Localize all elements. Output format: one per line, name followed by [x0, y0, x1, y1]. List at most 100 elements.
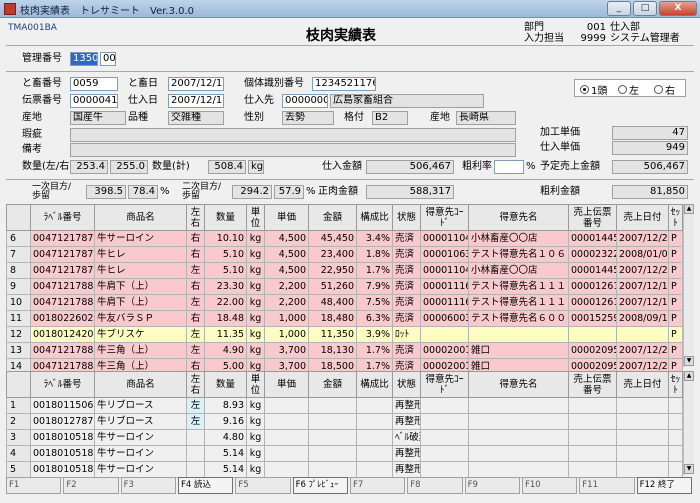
cell-amount: 11,350 [308, 326, 357, 343]
user-label: 入力担当 [524, 33, 564, 44]
table-row[interactable]: 1001801150643牛リブロース左8.93kg 再整形 [6, 397, 683, 414]
function-key-f1[interactable]: F1 [6, 477, 62, 494]
kako-field: 47 [612, 126, 688, 140]
cell-status: 売済 [392, 294, 421, 311]
maximize-button[interactable]: □ [633, 1, 657, 16]
radio-left[interactable]: 左 [618, 82, 639, 97]
dept-code: 001 [586, 22, 606, 33]
cell-label-no: 004712178718 [30, 246, 95, 263]
upper-item-grid[interactable]: ﾗﾍﾞﾙ番号 商品名 左右 数量 単位 単価 金額 構成比 状態 得意先ｺｰﾄﾞ 得意先名 売上伝票番… [6, 204, 683, 375]
section-divider [6, 179, 694, 180]
cell-product-name: 牛サーロイン [94, 429, 187, 446]
cell-ratio: 1.7% [356, 342, 393, 359]
table-row[interactable]: 13004712178859牛三角（上）左4.90kg3,70018,1301.… [6, 342, 683, 359]
radio-right[interactable]: 右 [654, 82, 675, 97]
tochiku-date-field[interactable]: 2007/12/11 [168, 77, 224, 91]
cell-set-flag: P [668, 262, 683, 279]
cell-quantity: 4.90 [204, 342, 247, 359]
tochiku-no-field[interactable]: 0059 [70, 77, 118, 91]
function-key-f10[interactable]: F10 [521, 477, 578, 494]
mgmt-number-input[interactable]: 1350 [70, 52, 98, 66]
function-key-f6[interactable]: F6 ﾌﾟﾚﾋﾞｭｰ [292, 477, 348, 494]
function-key-f9[interactable]: F9 [464, 477, 520, 494]
cell-unit-price: 4,500 [264, 246, 309, 263]
close-button[interactable]: X [659, 1, 697, 16]
cell-label-no: 004712178859 [30, 342, 95, 359]
upper-header-set-flag: ｾｯﾄ [668, 204, 683, 231]
denpyo-field[interactable]: 00000414 [70, 94, 118, 108]
lower-header-customer-name: 得意先名 [468, 371, 569, 398]
cell-unit-price: 2,200 [264, 294, 309, 311]
cell-product-name: 牛ヒレ [94, 262, 187, 279]
cell-quantity: 11.35 [204, 326, 247, 343]
cell-sales-date: 2007/12/18 [616, 278, 669, 295]
cell-unit: kg [246, 310, 265, 327]
cell-label-no: 001801051826 [30, 429, 95, 446]
header-divider [6, 45, 694, 46]
upper-grid-scrollbar[interactable]: ▲ ▼ [683, 204, 694, 367]
radio-on-icon [580, 85, 589, 94]
arari-input[interactable] [494, 160, 524, 174]
suryo-left-field: 253.4 [70, 160, 108, 174]
cell-left-right: 左 [186, 326, 205, 343]
cell-status: 売済 [392, 342, 421, 359]
function-key-f7[interactable]: F7 [349, 477, 406, 494]
cell-left-right [186, 445, 205, 462]
scroll-up-icon[interactable]: ▲ [684, 204, 694, 214]
function-key-f2[interactable]: F2 [63, 477, 119, 494]
function-key-f12[interactable]: F12 終了 [636, 477, 692, 494]
sanchi-field: 国産牛 [70, 111, 126, 125]
mgmt-sub-input[interactable]: 00 [100, 52, 116, 66]
function-key-f8[interactable]: F8 [407, 477, 463, 494]
kakuzuke-field: B2 [372, 111, 408, 125]
cell-unit-price [264, 429, 309, 446]
cell-sales-slip-no: 00015259 [568, 310, 617, 327]
table-row[interactable]: 2001801278716牛リブロース左9.16kg 再整形 [6, 413, 683, 430]
function-key-f4[interactable]: F4 読込 [177, 477, 234, 494]
cell-customer-code: 00001104 [420, 230, 469, 247]
cell-status: 売済 [392, 230, 421, 247]
cell-customer-name: テスト得意先名１１１ [468, 278, 569, 295]
lower-item-grid[interactable]: ﾗﾍﾞﾙ番号 商品名 左右 数量 単位 単価 金額 構成比 状態 得意先ｺｰﾄﾞ 得意先名 売上伝票番… [6, 371, 683, 478]
table-row[interactable]: 12001801242098牛ブリスケ左11.35kg1,00011,3503.… [6, 326, 683, 343]
cell-product-name: 牛ブリスケ [94, 326, 187, 343]
function-key-f3[interactable]: F3 [120, 477, 176, 494]
cell-customer-code: 00001116 [420, 294, 469, 311]
table-row[interactable]: 5001801051829牛サーロイン 5.14kg 再整形 [6, 461, 683, 478]
cell-sales-slip-no [568, 326, 617, 343]
arari-pct: % [526, 161, 536, 172]
cell-left-right: 右 [186, 246, 205, 263]
lower-header-ratio: 構成比 [356, 371, 393, 398]
table-row[interactable]: 9004712178867牛肩下（上）右23.30kg2,20051,2607.… [6, 278, 683, 295]
minimize-button[interactable]: _ [607, 1, 631, 16]
cell-amount: 51,260 [308, 278, 357, 295]
niji-field: 294.2 [232, 185, 272, 199]
table-row[interactable]: 3001801051826牛サーロイン 4.80kg ﾍﾞﾙ破棄 [6, 429, 683, 446]
kotai-field[interactable]: 1234521176 [312, 77, 376, 91]
cell-amount: 23,400 [308, 246, 357, 263]
table-row[interactable]: 6004712178714牛サーロイン右10.10kg4,50045,4503.… [6, 230, 683, 247]
cell-status: 売済 [392, 310, 421, 327]
shiire-date-field[interactable]: 2007/12/12 [168, 94, 224, 108]
cell-ratio: 1.7% [356, 262, 393, 279]
cell-unit-price: 3,700 [264, 342, 309, 359]
shiiresaki-code[interactable]: 00000007 [282, 94, 328, 108]
upper-header-status: 状態 [392, 204, 421, 231]
table-row[interactable]: 4001801051828牛サーロイン 5.14kg 再整形 [6, 445, 683, 462]
radio-whole[interactable]: 1頭 [580, 82, 607, 97]
cell-unit-price: 2,200 [264, 278, 309, 295]
function-key-f11[interactable]: F11 [579, 477, 635, 494]
table-row[interactable]: 10004712178857牛肩下（上）左22.00kg2,20048,4007… [6, 294, 683, 311]
scroll-up-icon[interactable]: ▲ [684, 371, 694, 381]
scroll-down-icon[interactable]: ▼ [684, 464, 694, 474]
cell-sales-slip-no [568, 445, 617, 462]
scroll-down-icon[interactable]: ▼ [684, 356, 694, 366]
hinshu-label: 品種 [128, 112, 148, 123]
cell-product-name: 牛サーロイン [94, 230, 187, 247]
table-row[interactable]: 7004712178718牛ヒレ右5.10kg4,50023,4001.8%売済… [6, 246, 683, 263]
lower-grid-scrollbar[interactable]: ▲ ▼ [683, 371, 694, 475]
table-row[interactable]: 8004712178715牛ヒレ左5.10kg4,50022,9501.7%売済… [6, 262, 683, 279]
function-key-f5[interactable]: F5 [235, 477, 291, 494]
cell-unit: kg [246, 294, 265, 311]
table-row[interactable]: 11001802260259牛友バラＳＰ右18.48kg1,00018,4806… [6, 310, 683, 327]
